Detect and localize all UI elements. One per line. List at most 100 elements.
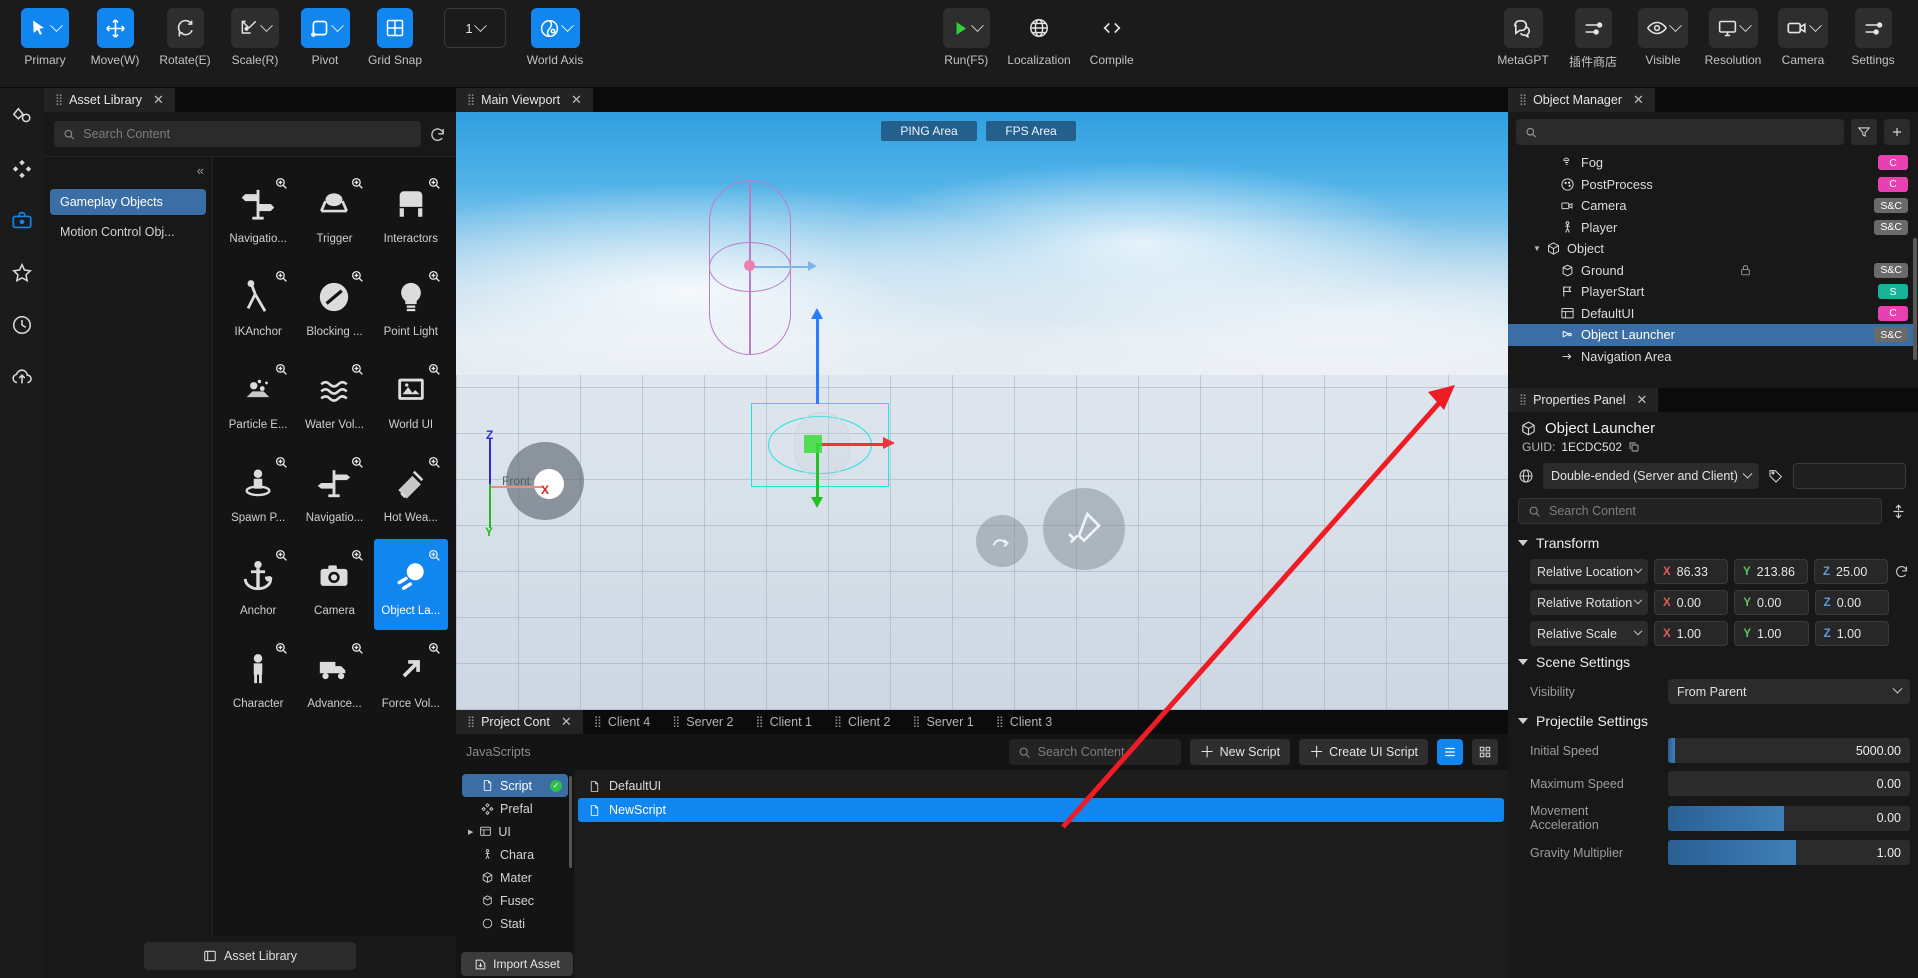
bottom-tab-server-2[interactable]: ⣿ Server 2 [661,710,744,734]
toolbar-world-axis[interactable]: World Axis [526,8,584,67]
asset-search-input[interactable] [83,127,412,141]
tree-node-stati[interactable]: Stati [462,912,568,935]
drag-grip-icon[interactable]: ⣿ [834,716,842,728]
expand-collapse-icon[interactable] [1891,503,1906,519]
pivot-icon[interactable] [300,8,350,48]
object-search-box[interactable] [1516,119,1844,145]
object-row-camera[interactable]: Camera S&C [1508,195,1916,217]
video-icon[interactable] [1778,8,1828,48]
object-row-ground[interactable]: Ground S&C [1508,260,1916,282]
toolbar-scale[interactable]: Scale(R) [226,8,284,67]
asset-search-box[interactable] [54,121,421,147]
toolbar-plugin-store[interactable]: 插件商店 [1564,8,1622,70]
transform-y-input[interactable]: Y 0.00 [1734,590,1809,615]
transform-z-input[interactable]: Z 1.00 [1814,621,1889,646]
toolbar-metagpt[interactable]: MetaGPT [1494,8,1552,67]
chevron-down-icon[interactable]: ▼ [1530,244,1544,253]
asset-item-camera[interactable]: Camera [297,539,371,630]
drag-grip-icon[interactable]: ⣿ [912,716,920,728]
toolbar-grid-value[interactable]: 1 [444,8,506,48]
transform-z-input[interactable]: Z 0.00 [1814,590,1889,615]
asset-item-anchor[interactable]: Anchor [221,539,295,630]
object-row-postprocess[interactable]: PostProcess C [1508,174,1916,196]
asset-item-image-ui[interactable]: World UI [374,353,448,444]
chat-bubbles-icon[interactable] [1503,8,1543,48]
toolbar-camera[interactable]: Camera [1774,8,1832,67]
drag-grip-icon[interactable]: ⣿ [672,716,680,728]
viewport-action-button-2[interactable] [1043,488,1125,570]
close-icon[interactable]: ✕ [571,92,582,108]
projectile-slider[interactable]: 0.00 [1668,771,1910,796]
viewport-action-button-1[interactable] [976,515,1028,567]
bottom-tab-project-cont[interactable]: ⣿ Project Cont ✕ [456,710,583,734]
star-icon[interactable] [7,258,37,288]
asset-item-signpost[interactable]: Navigatio... [221,167,295,258]
object-row-navigation-area[interactable]: Navigation Area [1508,346,1916,368]
toolbar-visible[interactable]: Visible [1634,8,1692,67]
object-tree-scrollbar[interactable] [1913,238,1917,360]
transform-y-input[interactable]: Y 213.86 [1734,559,1808,584]
tree-node-mater[interactable]: Mater [462,866,568,889]
shapes-icon[interactable] [7,102,37,132]
asset-item-signpost-m[interactable]: Navigatio... [297,446,371,537]
import-asset-button[interactable]: Import Asset [461,952,573,976]
monitor-icon[interactable] [1708,8,1758,48]
transform-mode-select[interactable]: Relative Rotation [1530,590,1648,615]
transform-z-input[interactable]: Z 25.00 [1814,559,1888,584]
gizmo-center-handle[interactable] [804,435,822,453]
new-script-button[interactable]: ＋ New Script [1189,739,1291,765]
play-icon[interactable] [942,8,990,48]
toolbar-settings[interactable]: Settings [1844,8,1902,67]
scale-icon[interactable] [231,8,279,48]
eye-icon[interactable] [1638,8,1688,48]
list-view-toggle[interactable] [1437,739,1463,765]
drag-grip-icon[interactable]: ⣿ [467,94,475,106]
toolbar-resolution[interactable]: Resolution [1704,8,1762,67]
tree-node-prefal[interactable]: Prefal [462,797,568,820]
drag-grip-icon[interactable]: ⣿ [996,716,1004,728]
asset-item-spawn-point[interactable]: Spawn P... [221,446,295,537]
chevron-right-icon[interactable]: ▶ [468,828,473,836]
sliders-icon[interactable] [1574,8,1612,48]
drag-grip-icon[interactable]: ⣿ [594,716,602,728]
asset-item-lightbulb[interactable]: Point Light [374,260,448,351]
grid-icon[interactable] [377,8,413,48]
drag-grip-icon[interactable]: ⣿ [1519,94,1527,106]
object-row-playerstart[interactable]: PlayerStart S [1508,281,1916,303]
reset-icon[interactable] [1894,564,1910,579]
close-icon[interactable]: ✕ [153,92,164,108]
asset-item-no-entry[interactable]: Blocking ... [297,260,371,351]
cloud-upload-icon[interactable] [7,362,37,392]
rotate-icon[interactable] [166,8,204,48]
code-icon[interactable] [1093,8,1131,48]
grid-view-toggle[interactable] [1472,739,1498,765]
projectile-slider[interactable]: 1.00 [1668,840,1910,865]
drag-grip-icon[interactable]: ⣿ [756,716,764,728]
bottom-tab-server-1[interactable]: ⣿ Server 1 [901,710,984,734]
toolbox-icon[interactable] [7,206,37,236]
asset-item-character[interactable]: Character [221,632,295,723]
bottom-tab-client-4[interactable]: ⣿ Client 4 [583,710,661,734]
transform-mode-select[interactable]: Relative Scale [1530,621,1648,646]
lock-icon[interactable] [1739,264,1752,277]
diamond-grid-icon[interactable] [7,154,37,184]
category-motion-control-objects[interactable]: Motion Control Obj... [50,219,206,245]
tab-properties-panel[interactable]: ⣿ Properties Panel ✕ [1508,388,1659,412]
bottom-tab-client-2[interactable]: ⣿ Client 2 [823,710,901,734]
toolbar-primary[interactable]: Primary [16,8,74,67]
toolbar-grid-snap[interactable]: Grid Snap [366,8,424,67]
globe-icon[interactable] [1020,8,1058,48]
object-row-object[interactable]: ▼ Object [1508,238,1916,260]
cursor-icon[interactable] [21,8,69,48]
toolbar-run[interactable]: Run(F5) [937,8,995,67]
content-search-box[interactable]: Search Content [1008,739,1181,765]
toolbar-move[interactable]: Move(W) [86,8,144,67]
properties-search-box[interactable]: Search Content [1518,498,1882,524]
object-search-input[interactable] [1545,124,1835,140]
tree-node-chara[interactable]: Chara [462,843,568,866]
copy-icon[interactable] [1628,441,1640,453]
asset-item-chair[interactable]: Interactors [374,167,448,258]
drag-grip-icon[interactable]: ⣿ [55,94,63,106]
plus-icon[interactable] [1884,119,1910,145]
close-icon[interactable]: ✕ [1633,92,1644,108]
